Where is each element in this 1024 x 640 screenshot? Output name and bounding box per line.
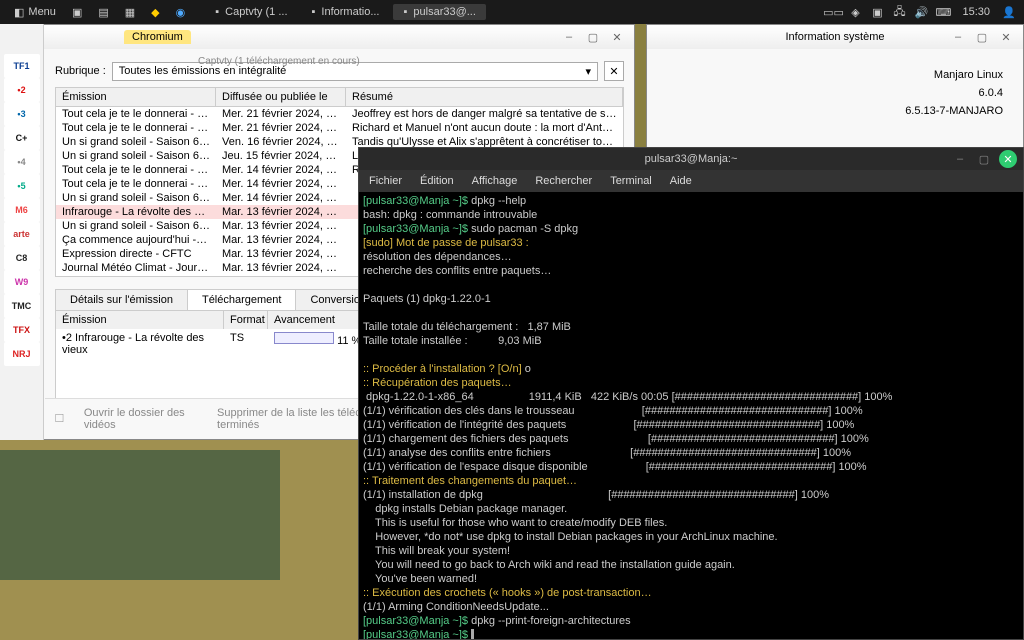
sysinfo-kernel: 6.5.13-7-MANJARO [905, 105, 1003, 117]
terminal-menu-item[interactable]: Édition [420, 175, 454, 187]
channel-button[interactable]: •2 [4, 78, 40, 102]
network-icon[interactable]: 🖧 [890, 3, 908, 21]
system-tray: ▭▭ ◈ ▣ 🖧 🔊 ⌨ 15:30 👤 [824, 3, 1018, 21]
terminal-titlebar: pulsar33@Manja:~ – ▢ ✕ [359, 148, 1023, 170]
episode-row[interactable]: Tout cela je te le donnerai - Saison 1 É… [56, 107, 623, 121]
task-icon: ▪ [403, 6, 407, 18]
terminal-menu-item[interactable]: Aide [670, 175, 692, 187]
task-label: Captvty (1 ... [225, 6, 287, 18]
channel-button[interactable]: C8 [4, 246, 40, 270]
task-icon: ▪ [312, 6, 316, 18]
task-label: Informatio... [321, 6, 379, 18]
minimize-button[interactable]: – [949, 28, 967, 46]
channel-button[interactable]: arte [4, 222, 40, 246]
channel-button[interactable]: •5 [4, 174, 40, 198]
episode-row[interactable]: Tout cela je te le donnerai - Saison 1 É… [56, 121, 623, 135]
window-titlebar: ⋮ Chromium Captvty (1 téléchargement en … [1, 25, 634, 49]
sysinfo-title: Information système [785, 31, 884, 43]
sysinfo-version: 6.0.4 [905, 87, 1003, 99]
launcher-files-icon[interactable]: ▤ [90, 4, 116, 21]
channel-button[interactable]: M6 [4, 198, 40, 222]
terminal-menu-item[interactable]: Affichage [472, 175, 518, 187]
dl-name: Infrarouge - La révolte des vieux [62, 332, 204, 356]
minimize-button[interactable]: – [560, 28, 578, 46]
sysinfo-window: Information système – ▢ ✕ Manjaro Linux … [646, 24, 1024, 154]
keyboard-icon[interactable]: ⌨ [934, 3, 952, 21]
sysinfo-distro: Manjaro Linux [905, 69, 1003, 81]
folder-icon[interactable]: 🞎 [55, 413, 64, 426]
chevron-down-icon: ▾ [585, 65, 591, 78]
terminal-title: pulsar33@Manja:~ [645, 153, 738, 165]
channel-button[interactable]: C+ [4, 126, 40, 150]
launcher-app-icon[interactable]: ◆ [143, 4, 167, 21]
menu-icon: ◧ [14, 6, 24, 19]
rubrique-label: Rubrique : [55, 65, 106, 77]
close-button[interactable]: ✕ [608, 28, 626, 46]
shield-icon[interactable]: ◈ [846, 3, 864, 21]
maximize-button[interactable]: ▢ [584, 28, 602, 46]
tab-chromium[interactable]: Chromium [124, 30, 191, 44]
minimize-button[interactable]: – [951, 150, 969, 168]
task-icon: ▪ [215, 6, 219, 18]
channel-button[interactable]: TF1 [4, 54, 40, 78]
status-open-folder[interactable]: Ouvrir le dossier des vidéos [84, 407, 197, 431]
terminal-menu-item[interactable]: Rechercher [535, 175, 592, 187]
sysinfo-titlebar: Information système – ▢ ✕ [647, 25, 1023, 49]
col-date[interactable]: Diffusée ou publiée le [216, 88, 346, 106]
menu-button[interactable]: ◧ Menu [6, 4, 64, 21]
workspace-switcher-icon[interactable]: ▭▭ [824, 3, 842, 21]
terminal-window: pulsar33@Manja:~ – ▢ ✕ Fichier Édition Aff… [358, 147, 1024, 640]
channel-button[interactable]: TFX [4, 318, 40, 342]
taskbar-task[interactable]: ▪ Informatio... [302, 4, 390, 20]
channel-button[interactable]: NRJ [4, 342, 40, 366]
maximize-button[interactable]: ▢ [973, 28, 991, 46]
clear-button[interactable]: ✕ [604, 61, 624, 81]
display-icon[interactable]: ▣ [868, 3, 886, 21]
episodes-grid-header: Émission Diffusée ou publiée le Résumé [55, 87, 624, 107]
maximize-button[interactable]: ▢ [975, 150, 993, 168]
menu-label: Menu [28, 6, 56, 18]
tab-download[interactable]: Téléchargement [187, 289, 297, 310]
user-icon[interactable]: 👤 [1000, 3, 1018, 21]
taskbar-task[interactable]: ▪ pulsar33@... [393, 4, 485, 20]
channel-sidebar: TF1•2•3C+•4•5M6arteC8W9TMCTFXNRJ [0, 24, 44, 440]
close-button[interactable]: ✕ [999, 150, 1017, 168]
channel-button[interactable]: •4 [4, 150, 40, 174]
volume-icon[interactable]: 🔊 [912, 3, 930, 21]
dl-format: TS [224, 331, 268, 357]
terminal-menu-item[interactable]: Fichier [369, 175, 402, 187]
col-emission[interactable]: Émission [56, 88, 216, 106]
launcher-browser-icon[interactable]: ▦ [117, 4, 143, 21]
close-button[interactable]: ✕ [997, 28, 1015, 46]
clock[interactable]: 15:30 [962, 6, 990, 18]
launcher-terminal-icon[interactable]: ▣ [64, 4, 90, 21]
col-resume[interactable]: Résumé [346, 88, 623, 106]
task-label: pulsar33@... [413, 6, 476, 18]
channel-button[interactable]: •3 [4, 102, 40, 126]
dl-col-format[interactable]: Format [224, 311, 268, 329]
taskbar-task[interactable]: ▪ Captvty (1 ... [205, 4, 297, 20]
channel-button[interactable]: TMC [4, 294, 40, 318]
taskbar: ◧ Menu ▣ ▤ ▦ ◆ ◉ ▪ Captvty (1 ... ▪ Informa… [0, 0, 1024, 24]
terminal-menubar: Fichier Édition Affichage Rechercher Termina… [359, 170, 1023, 192]
dl-col-emission[interactable]: Émission [56, 311, 224, 329]
terminal-output[interactable]: [pulsar33@Manja ~]$ dpkg --help bash: dp… [359, 192, 1023, 639]
dl-num: •2 [62, 332, 72, 344]
terminal-menu-item[interactable]: Terminal [610, 175, 652, 187]
launcher-chromium-icon[interactable]: ◉ [168, 4, 194, 21]
channel-button[interactable]: W9 [4, 270, 40, 294]
window-subtitle: Captvty (1 téléchargement en cours) [198, 49, 388, 73]
tab-details[interactable]: Détails sur l'émission [55, 289, 188, 310]
